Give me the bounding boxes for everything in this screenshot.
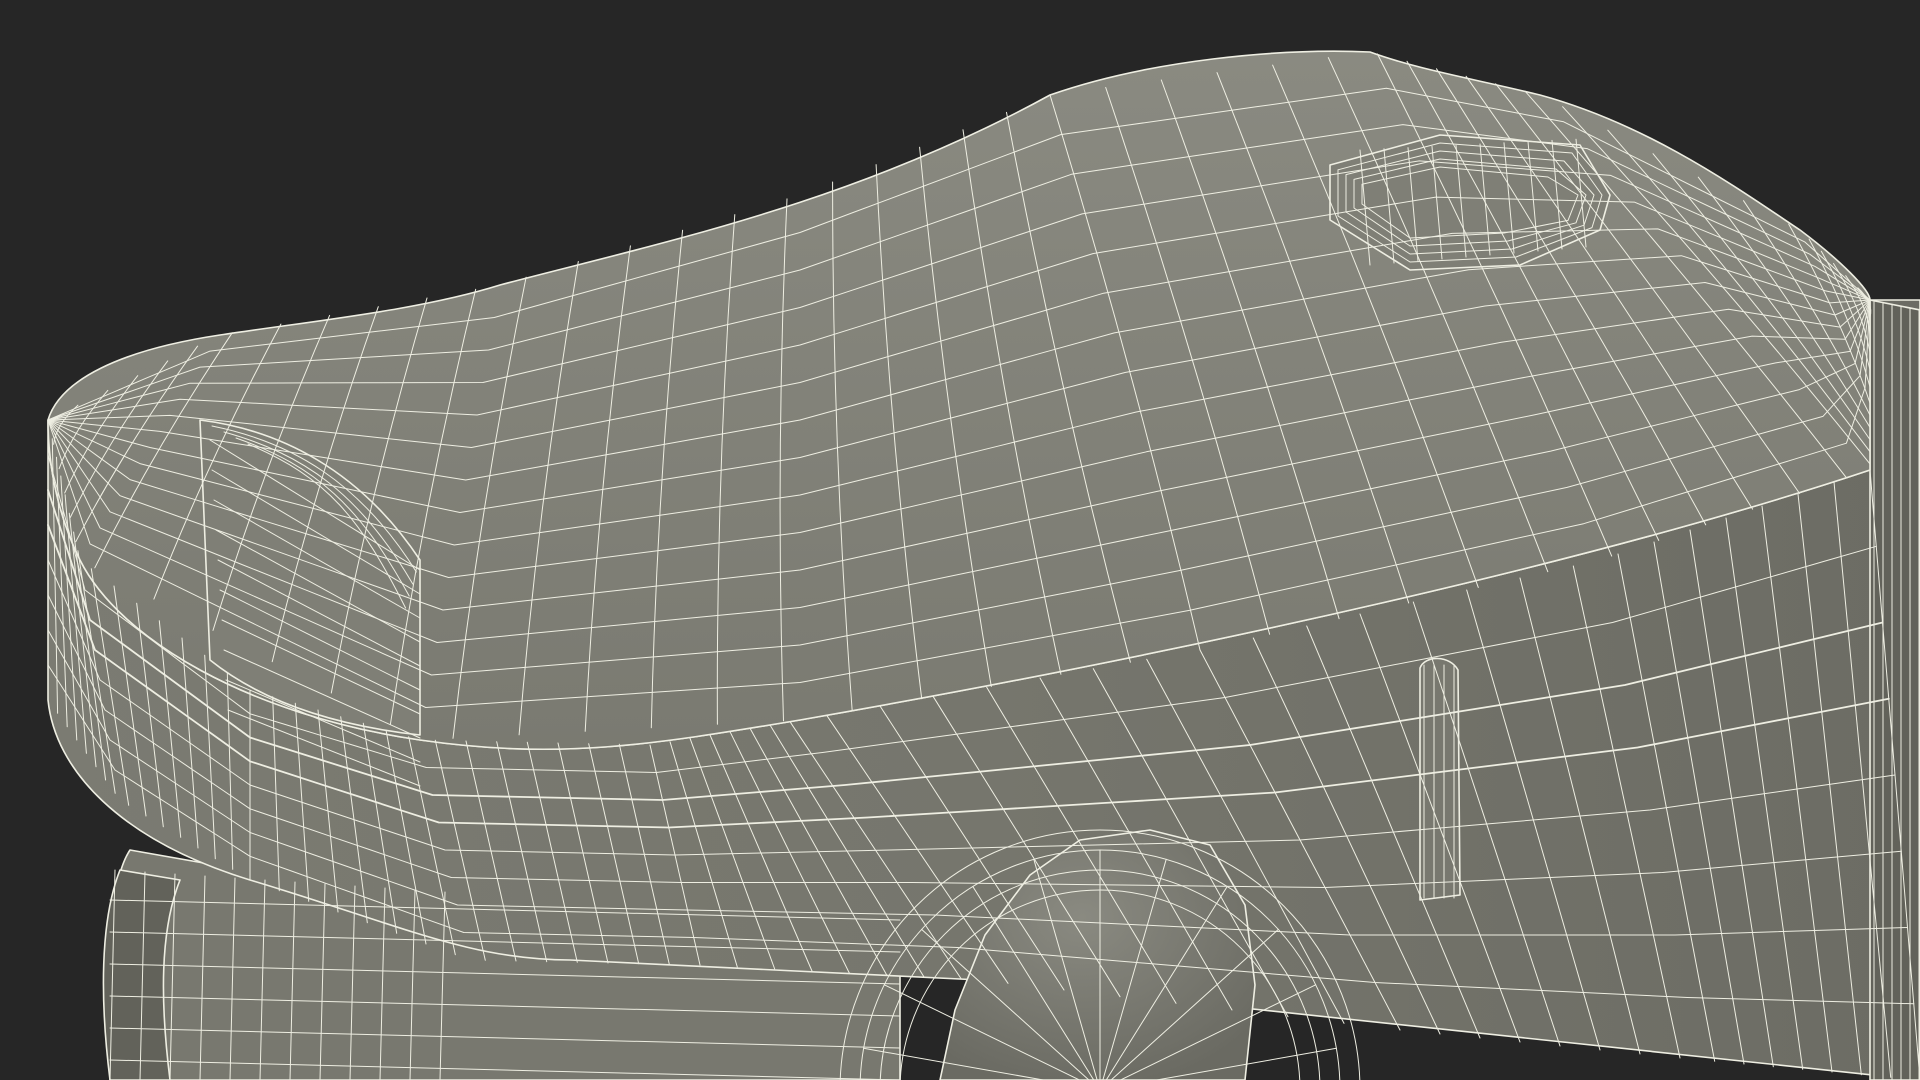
- housing-right-face: [1869, 299, 1920, 1080]
- wireframe-render: [0, 0, 1920, 1080]
- render-viewport: [0, 0, 1920, 1080]
